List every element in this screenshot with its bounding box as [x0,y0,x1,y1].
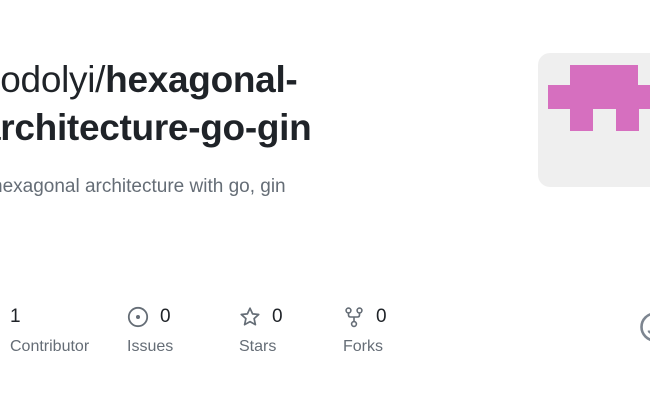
contributors-count: 1 [10,306,21,327]
repo-description: hexagonal architecture with go, gin [0,176,286,197]
stat-issues[interactable]: 0 Issues [127,304,173,356]
stat-forks[interactable]: 0 Forks [343,304,387,356]
github-mark-icon [639,311,650,343]
stars-count: 0 [272,306,283,327]
owner-avatar [538,53,650,187]
repo-stats: 1 Contributor 0 Issues 0 Stars 0 Forks [0,304,650,364]
forks-label: Forks [343,338,383,355]
issue-opened-icon [127,306,149,328]
stat-contributors[interactable]: 1 Contributor [10,304,89,356]
identicon-icon [548,65,650,131]
repo-owner[interactable]: dodolyi/ [0,59,105,100]
repo-title: dodolyi/hexagonal- architecture-go-gin [0,56,400,152]
issues-label: Issues [127,338,174,355]
star-icon [239,306,261,328]
repo-title-line-1: dodolyi/hexagonal- [0,56,400,104]
issues-count: 0 [160,306,171,327]
stat-stars[interactable]: 0 Stars [239,304,283,356]
repo-name-part-2[interactable]: architecture-go-gin [0,104,400,152]
forks-count: 0 [376,306,387,327]
repo-forked-icon [343,306,365,328]
contributors-label: Contributor [10,338,90,355]
repo-name-part-1[interactable]: hexagonal- [105,59,298,100]
stars-label: Stars [239,338,277,355]
